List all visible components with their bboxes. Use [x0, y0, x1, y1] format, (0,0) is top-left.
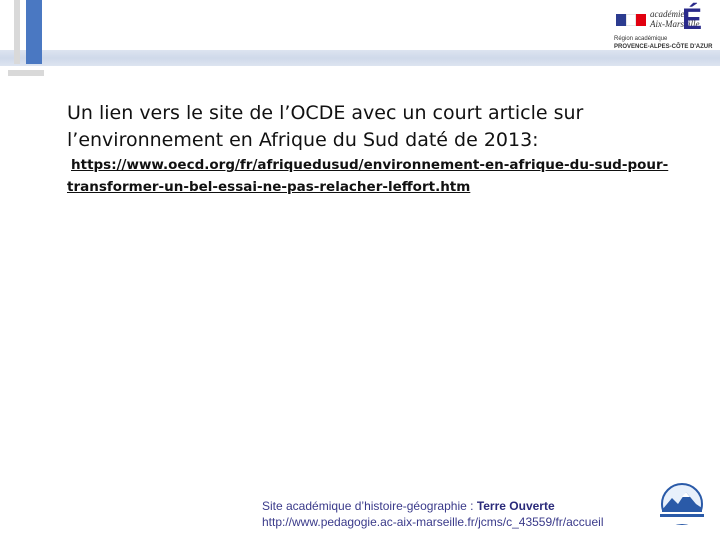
decorative-bar-left	[14, 0, 20, 64]
footer-site-prefix: Site académique d’histoire-géographie :	[262, 499, 477, 513]
logo-letter: É	[682, 3, 703, 36]
terre-ouverte-logo-icon	[656, 483, 708, 525]
decorative-bar-bottom	[8, 70, 44, 76]
decorative-bar-blue	[26, 0, 42, 64]
footer-site-url[interactable]: http://www.pedagogie.ac-aix-marseille.fr…	[262, 514, 603, 530]
footer-site-name: Terre Ouverte	[476, 499, 555, 513]
footer-site-title: Site académique d’histoire-géographie : …	[262, 498, 603, 514]
intro-text: Un lien vers le site de l’OCDE avec un c…	[67, 102, 584, 151]
oecd-link-line1[interactable]: https://www.oecd.org/fr/afriquedusud/env…	[67, 154, 677, 176]
logo-sub1: Région académique	[614, 36, 668, 42]
oecd-link[interactable]: https://www.oecd.org/fr/afriquedusud/env…	[67, 154, 677, 198]
french-flag-icon	[616, 14, 646, 26]
oecd-link-line2[interactable]: transformer-un-bel-essai-ne-pas-relacher…	[67, 176, 677, 198]
footer: Site académique d’histoire-géographie : …	[262, 498, 603, 530]
logo-sub2: PROVENCE-ALPES-CÔTE D'AZUR	[614, 44, 713, 50]
logo-line1: académie	[650, 9, 685, 19]
academy-logo: académie Aix-Marseille É Région académiq…	[610, 4, 720, 54]
